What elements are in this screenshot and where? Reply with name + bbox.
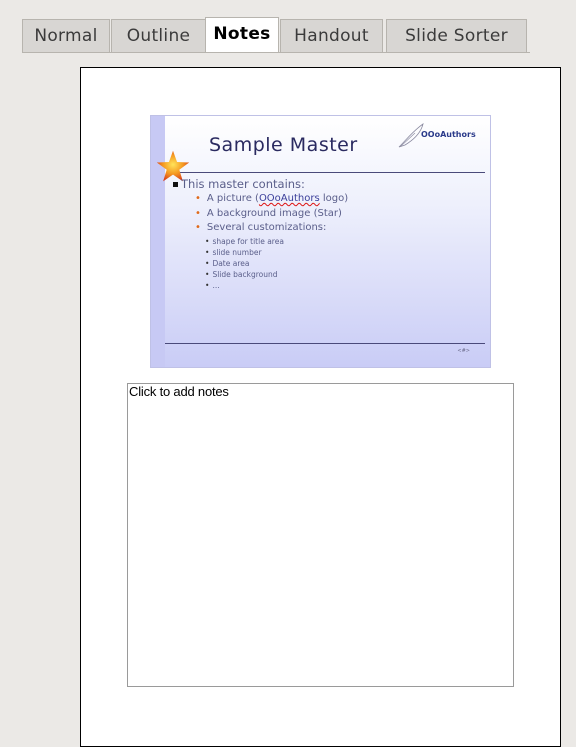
bullet-text: slide number <box>212 247 262 257</box>
list-item: • A picture (OOoAuthors logo) <box>173 192 473 207</box>
list-item: • Date area <box>173 258 473 269</box>
bullet-icon: • <box>205 280 210 290</box>
bullet-text: A background image (Star) <box>206 207 342 219</box>
list-item: • Slide background <box>173 269 473 280</box>
slide-number-field: <#> <box>457 348 470 354</box>
bullet-text: Slide background <box>212 269 278 279</box>
bullet-icon: • <box>205 258 210 268</box>
bullet-icon: • <box>205 269 210 279</box>
bullet-icon: • <box>195 193 201 204</box>
tab-slide-sorter[interactable]: Slide Sorter <box>386 19 527 53</box>
bullet-icon: • <box>195 222 201 233</box>
square-bullet-icon <box>173 182 178 187</box>
bullet-text: Several customizations: <box>206 222 327 233</box>
tab-normal[interactable]: Normal <box>22 19 110 53</box>
footer-rule <box>165 343 485 344</box>
bullet-icon: • <box>205 247 210 257</box>
bullet-text: logo) <box>319 193 349 204</box>
bullet-text: A picture ( <box>206 193 259 204</box>
list-item: This master contains: <box>173 177 473 192</box>
slide-title: Sample Master <box>209 134 358 156</box>
logo-link-text: OOoAuthors <box>258 193 320 204</box>
bullet-text: This master contains: <box>181 177 305 191</box>
list-item: • Several customizations: <box>173 221 473 236</box>
notes-textbox[interactable]: Click to add notes <box>127 383 514 687</box>
slide-thumbnail[interactable]: OOoAuthors Sample Master This master con… <box>150 115 491 368</box>
tab-notes[interactable]: Notes <box>205 17 279 53</box>
bullet-text: shape for title area <box>212 236 284 246</box>
bullet-icon: • <box>195 207 201 219</box>
tab-handout[interactable]: Handout <box>280 19 383 53</box>
list-item: • A background image (Star) <box>173 207 473 222</box>
bullet-text: Date area <box>212 258 250 268</box>
list-item: • shape for title area <box>173 236 473 247</box>
list-item: •... <box>173 280 473 291</box>
notes-placeholder: Click to add notes <box>129 384 229 399</box>
tab-outline[interactable]: Outline <box>111 19 206 53</box>
bullet-icon: • <box>205 236 210 246</box>
tab-divider <box>22 52 530 53</box>
list-item: • slide number <box>173 247 473 258</box>
logo-text: OOoAuthors <box>421 130 476 139</box>
title-rule <box>173 172 485 173</box>
slide-body: This master contains: • A picture (OOoAut… <box>173 177 473 291</box>
bullet-text: ... <box>212 280 220 290</box>
